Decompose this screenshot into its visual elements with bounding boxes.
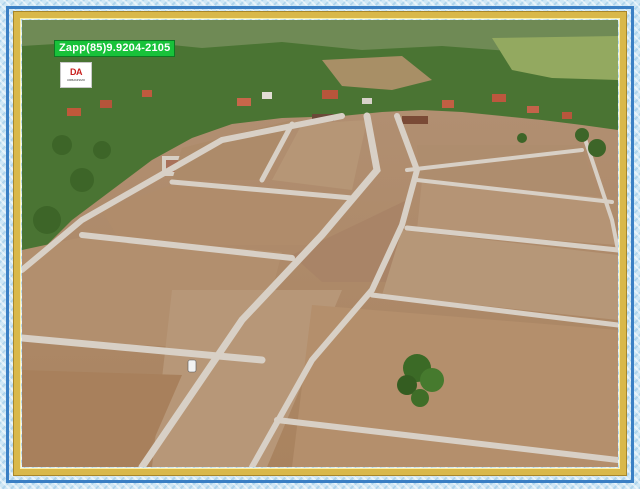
logo-mark: DA: [70, 67, 83, 77]
logo-subtext: URBANISMO: [66, 78, 86, 82]
company-logo: DA URBANISMO: [60, 62, 92, 88]
phone-banner: Zapp(85)9.9204-2105: [54, 40, 176, 57]
car: [187, 359, 197, 373]
phone-text: Zapp(85)9.9204-2105: [59, 42, 171, 54]
aerial-scene: [22, 20, 618, 467]
aerial-photo: Zapp(85)9.9204-2105 DA URBANISMO: [22, 20, 618, 467]
